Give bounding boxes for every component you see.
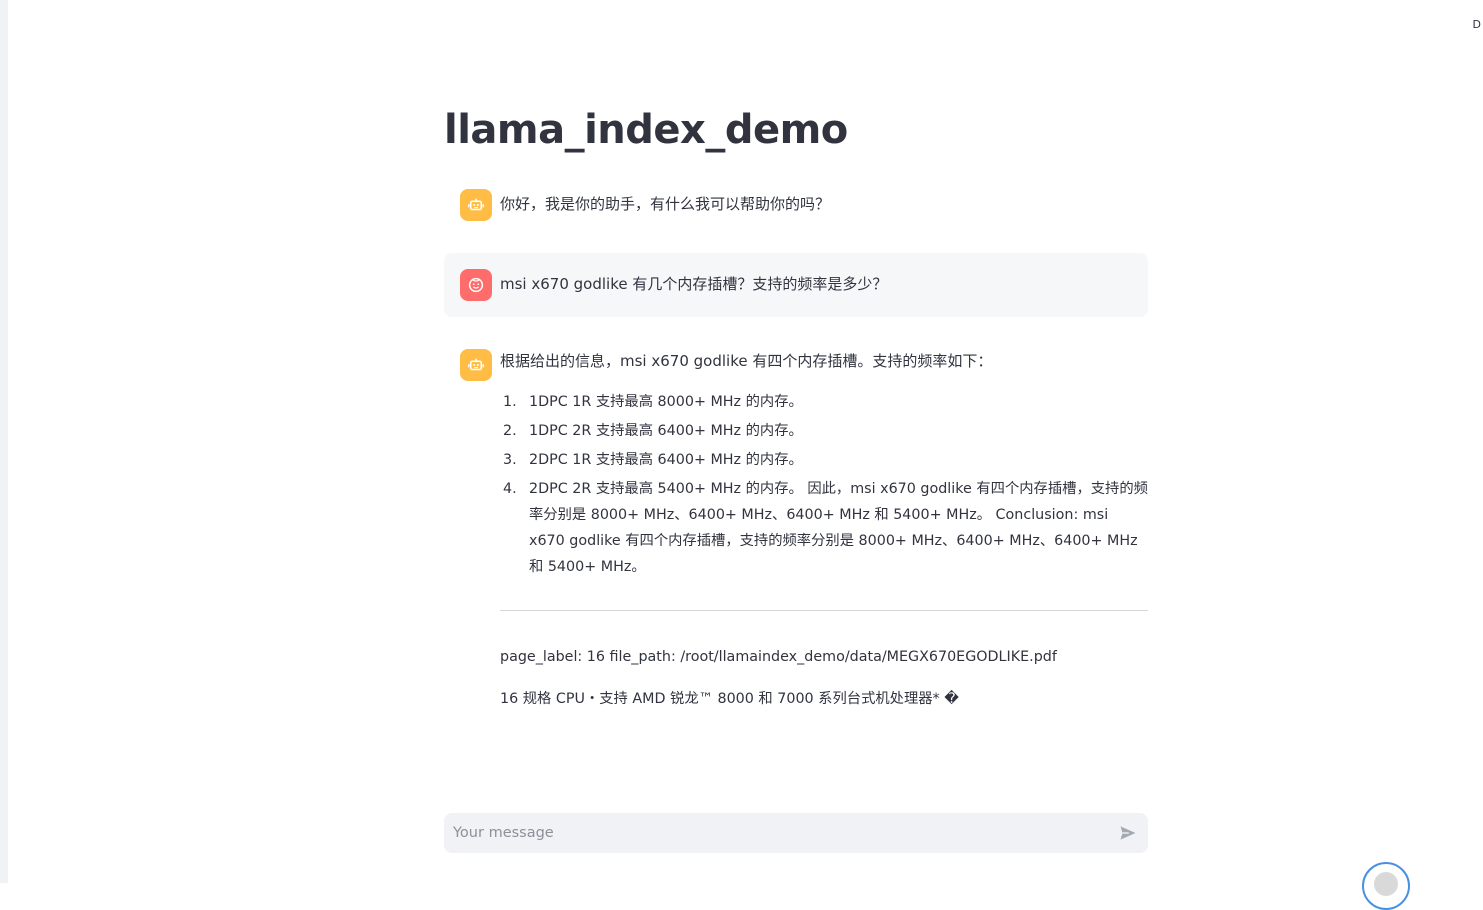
message-text: 你好，我是你的助手，有什么我可以帮助你的吗？: [500, 195, 831, 213]
robot-icon: [460, 349, 492, 381]
list-number: 4.: [503, 481, 517, 497]
corner-mark: D: [1472, 18, 1481, 31]
send-button[interactable]: [1116, 821, 1140, 845]
source-excerpt: 16 规格 CPU・支持 AMD 锐龙™ 8000 和 7000 系列台式机处理…: [500, 691, 959, 707]
status-avatar-icon: [1374, 872, 1398, 896]
source-metadata: page_label: 16 file_path: /root/llamaind…: [500, 649, 1057, 665]
list-item: 2. 1DPC 2R 支持最高 6400+ MHz 的内存。: [500, 418, 1148, 444]
list-item: 1. 1DPC 1R 支持最高 8000+ MHz 的内存。: [500, 389, 1148, 415]
sidebar-collapsed-strip: [0, 0, 8, 883]
list-item: 3. 2DPC 1R 支持最高 6400+ MHz 的内存。: [500, 447, 1148, 473]
status-widget[interactable]: [1362, 862, 1410, 910]
chat-message-assistant: 你好，我是你的助手，有什么我可以帮助你的吗？: [444, 180, 1148, 228]
list-item-text: 2DPC 1R 支持最高 6400+ MHz 的内存。: [529, 452, 803, 468]
message-input[interactable]: [444, 813, 1104, 853]
list-item: 4. 2DPC 2R 支持最高 5400+ MHz 的内存。 因此，msi x6…: [500, 476, 1148, 580]
chat-message-assistant: 根据给出的信息，msi x670 godlike 有四个内存插槽。支持的频率如下…: [444, 337, 1148, 727]
message-text: msi x670 godlike 有几个内存插槽？支持的频率是多少？: [500, 275, 888, 293]
chat-input-container: [444, 813, 1148, 853]
page-title: llama_index_demo: [444, 107, 848, 153]
divider: [500, 610, 1148, 611]
main-content: llama_index_demo 你好，我是你的助手，有什么我可以帮助你的吗？: [444, 0, 1148, 883]
list-item-text: 2DPC 2R 支持最高 5400+ MHz 的内存。 因此，msi x670 …: [529, 481, 1148, 575]
face-icon: [460, 269, 492, 301]
send-icon: [1120, 826, 1136, 840]
list-number: 2.: [503, 423, 517, 439]
list-number: 1.: [503, 394, 517, 410]
message-intro: 根据给出的信息，msi x670 godlike 有四个内存插槽。支持的频率如下…: [500, 352, 993, 370]
answer-list: 1. 1DPC 1R 支持最高 8000+ MHz 的内存。 2. 1DPC 2…: [500, 389, 1148, 583]
list-item-text: 1DPC 2R 支持最高 6400+ MHz 的内存。: [529, 423, 803, 439]
list-number: 3.: [503, 452, 517, 468]
list-item-text: 1DPC 1R 支持最高 8000+ MHz 的内存。: [529, 394, 803, 410]
robot-icon: [460, 189, 492, 221]
chat-message-user: msi x670 godlike 有几个内存插槽？支持的频率是多少？: [444, 253, 1148, 317]
